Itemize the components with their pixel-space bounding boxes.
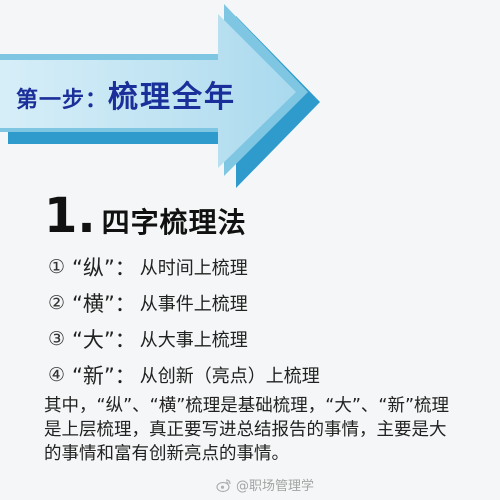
method-keyword: “大”： (72, 328, 136, 352)
step-title: 梳理全年 (108, 80, 237, 115)
method-keyword: “新”： (72, 364, 136, 388)
summary-paragraph: 其中，“纵”、“横”梳理是基础梳理，“大”、“新”梳理是上层梳理，真正要写进总结… (44, 396, 450, 464)
watermark: @职场管理学 (216, 475, 314, 494)
circled-number-3: ③ (48, 328, 66, 350)
step-heading: 第一步： 梳理全年 (16, 72, 236, 115)
watermark-text: @职场管理学 (236, 479, 315, 494)
method-list: ① “纵”： 从时间上梳理 ② “横”： 从事件上梳理 ③ “大”： 从大事上梳… (48, 250, 320, 394)
section-heading: 1. 四字梳理法 (44, 192, 247, 241)
weibo-icon (216, 478, 231, 492)
circled-number-2: ② (48, 292, 66, 314)
method-keyword: “横”： (72, 292, 136, 316)
section-number: 1. (44, 188, 96, 244)
section-title: 四字梳理法 (101, 206, 247, 239)
method-description: 从大事上梳理 (139, 330, 248, 351)
list-item: ③ “大”： 从大事上梳理 (48, 322, 320, 356)
circled-number-1: ① (48, 256, 66, 278)
method-description: 从时间上梳理 (139, 258, 248, 279)
list-item: ① “纵”： 从时间上梳理 (48, 250, 320, 284)
method-description: 从事件上梳理 (139, 294, 248, 315)
method-keyword: “纵”： (72, 256, 136, 280)
list-item: ④ “新”： 从创新（亮点）上梳理 (48, 358, 320, 392)
circled-number-4: ④ (48, 364, 66, 386)
list-item: ② “横”： 从事件上梳理 (48, 286, 320, 320)
method-description: 从创新（亮点）上梳理 (139, 366, 320, 387)
step-prefix: 第一步： (16, 88, 109, 113)
